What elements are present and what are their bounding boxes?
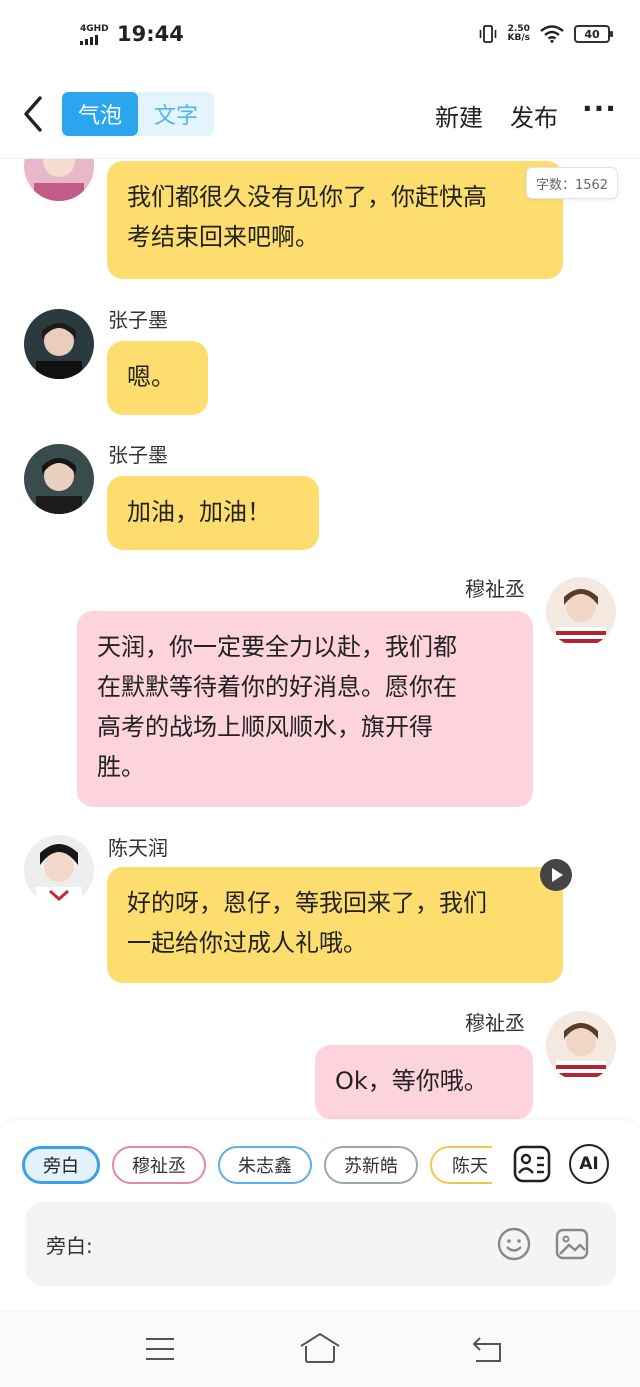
ai-button[interactable]: AI <box>569 1144 609 1184</box>
character-chip[interactable]: 陈天 <box>430 1146 492 1184</box>
tab-text[interactable]: 文字 <box>138 92 214 136</box>
message-bubble[interactable]: 天润，你一定要全力以赴，我们都 在默默等待着你的好消息。愿你在 高考的战场上顺风… <box>77 611 533 807</box>
avatar[interactable] <box>24 309 94 379</box>
message-bubble[interactable]: 好的呀，恩仔，等我回来了，我们 一起给你过成人礼哦。 <box>107 867 563 983</box>
message-bubble[interactable]: 我们都很久没有见你了，你赶快高 考结束回来吧啊。 <box>107 161 563 279</box>
word-count: 字数：1562 <box>526 167 618 199</box>
avatar[interactable] <box>24 835 94 905</box>
speaker-name: 穆祉丞 <box>465 1011 525 1035</box>
text-input[interactable]: 旁白: <box>26 1202 616 1286</box>
clock: 19:44 <box>117 22 184 46</box>
battery-icon: 40 <box>574 25 613 43</box>
top-bar: 气泡 文字 新建 发布 ··· <box>0 78 640 154</box>
avatar[interactable] <box>24 444 94 514</box>
character-chip[interactable]: 苏新皓 <box>324 1146 418 1184</box>
play-icon[interactable] <box>540 859 572 891</box>
image-icon[interactable] <box>554 1226 590 1262</box>
new-button[interactable]: 新建 <box>435 98 483 133</box>
avatar[interactable] <box>546 1011 616 1081</box>
character-chip[interactable]: 朱志鑫 <box>218 1146 312 1184</box>
speaker-name: 张子墨 <box>108 443 168 467</box>
back-nav-icon[interactable] <box>470 1334 506 1364</box>
signal-icon: 4GHD <box>80 24 109 45</box>
avatar[interactable] <box>24 159 94 201</box>
more-button[interactable]: ··· <box>582 92 617 125</box>
character-chip-narration[interactable]: 旁白 <box>22 1146 100 1184</box>
chevron-left-icon[interactable] <box>18 94 48 134</box>
speaker-name: 陈天润 <box>108 836 168 860</box>
vibrate-icon <box>479 25 496 43</box>
input-label: 旁白: <box>46 1234 93 1258</box>
message-bubble[interactable]: 嗯。 <box>107 341 208 415</box>
tab-bubble[interactable]: 气泡 <box>62 92 138 136</box>
character-selector: 旁白 穆祉丞 朱志鑫 苏新皓 陈天 <box>22 1146 492 1186</box>
status-bar: 4GHD 19:44 2.50 KB/s 40 <box>0 0 640 70</box>
speaker-name: 穆祉丞 <box>465 577 525 601</box>
wifi-icon <box>540 25 564 43</box>
speaker-name: 张子墨 <box>108 308 168 332</box>
home-icon[interactable] <box>298 1332 342 1364</box>
smile-icon[interactable] <box>496 1226 532 1262</box>
network-speed: 2.50 KB/s <box>507 24 530 43</box>
battery-level: 40 <box>584 27 600 41</box>
chat-area[interactable]: 我们都很久没有见你了，你赶快高 考结束回来吧啊。 字数：1562 张子墨 嗯。 … <box>0 159 640 1119</box>
message-bubble[interactable]: Ok，等你哦。 <box>315 1045 533 1119</box>
network-type: 4GHD <box>80 24 109 34</box>
system-navigation-bar <box>0 1310 640 1387</box>
avatar[interactable] <box>546 577 616 647</box>
menu-icon[interactable] <box>144 1336 176 1362</box>
character-chip[interactable]: 穆祉丞 <box>112 1146 206 1184</box>
message-bubble[interactable]: 加油，加油！ <box>107 476 319 550</box>
compose-panel: 旁白 穆祉丞 朱志鑫 苏新皓 陈天 AI 旁白: <box>0 1120 640 1310</box>
id-card-icon[interactable] <box>512 1144 552 1184</box>
mode-switch: 气泡 文字 <box>62 92 214 136</box>
publish-button[interactable]: 发布 <box>510 98 558 133</box>
